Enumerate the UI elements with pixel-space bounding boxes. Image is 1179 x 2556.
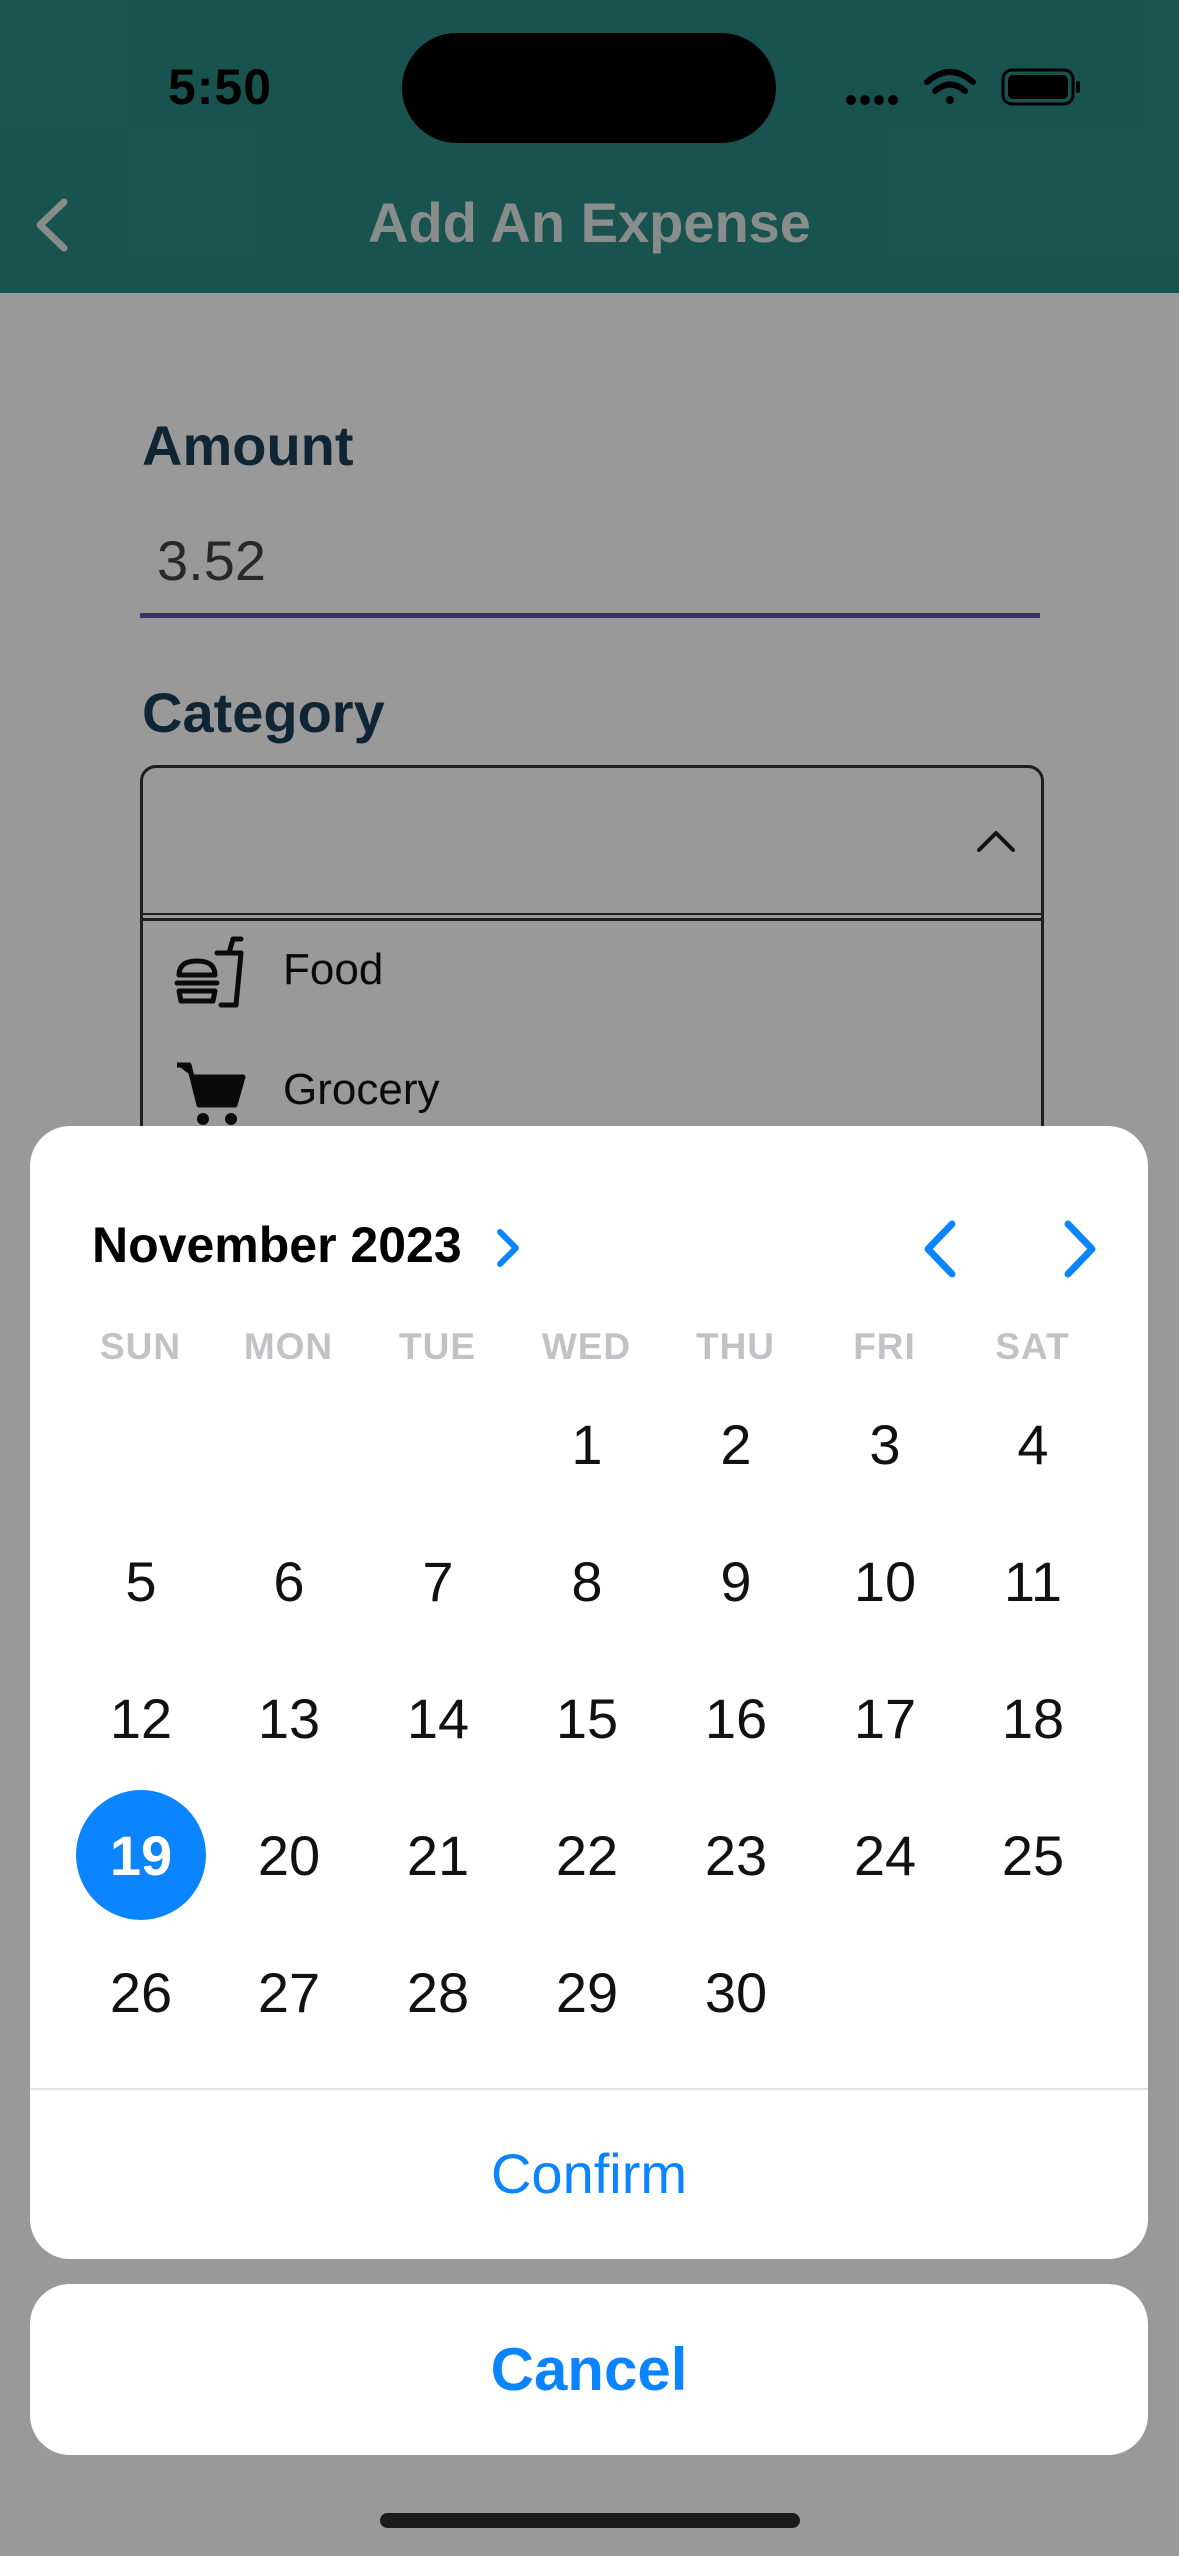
calendar-day[interactable]: 25	[968, 1790, 1098, 1920]
calendar-day[interactable]: 30	[671, 1927, 801, 2057]
month-year-button[interactable]: November 2023	[92, 1216, 462, 1274]
chevron-left-icon	[924, 1220, 956, 1278]
calendar-day[interactable]: 14	[373, 1653, 503, 1783]
calendar-day[interactable]: 18	[968, 1653, 1098, 1783]
calendar-day[interactable]: 3	[820, 1379, 950, 1509]
calendar-day[interactable]: 29	[522, 1927, 652, 2057]
cancel-button[interactable]: Cancel	[30, 2284, 1148, 2455]
calendar-day[interactable]: 27	[224, 1927, 354, 2057]
calendar-day[interactable]: 24	[820, 1790, 950, 1920]
calendar-day[interactable]: 1	[522, 1379, 652, 1509]
next-month-button[interactable]	[1042, 1214, 1112, 1284]
calendar-day[interactable]: 13	[224, 1653, 354, 1783]
calendar-day[interactable]: 21	[373, 1790, 503, 1920]
calendar-day[interactable]: 11	[968, 1516, 1098, 1646]
weekday-label: SUN	[99, 1326, 182, 1367]
calendar-day[interactable]: 12	[76, 1653, 206, 1783]
confirm-button[interactable]: Confirm	[30, 2088, 1148, 2259]
date-picker-sheet: November 2023 SUN MON TUE WED THU FRI SAT 1234…	[30, 1126, 1148, 2259]
weekday-label: TUE	[399, 1326, 476, 1367]
calendar-day[interactable]: 15	[522, 1653, 652, 1783]
calendar-day[interactable]: 9	[671, 1516, 801, 1646]
selected-day[interactable]: 19	[76, 1790, 206, 1920]
calendar-day[interactable]: 28	[373, 1927, 503, 2057]
calendar-day[interactable]: 17	[820, 1653, 950, 1783]
calendar-day[interactable]: 16	[671, 1653, 801, 1783]
screen: 5:50 Add An Expense Amount 3.52 Category…	[0, 0, 1179, 2556]
weekday-label: MON	[243, 1326, 334, 1367]
calendar-day[interactable]: 5	[76, 1516, 206, 1646]
calendar-day[interactable]: 10	[820, 1516, 950, 1646]
calendar-day[interactable]: 2	[671, 1379, 801, 1509]
calendar-day[interactable]: 22	[522, 1790, 652, 1920]
previous-month-button[interactable]	[908, 1214, 978, 1284]
weekday-label: FRI	[853, 1326, 916, 1367]
calendar-day[interactable]: 6	[224, 1516, 354, 1646]
chevron-right-icon	[1064, 1220, 1096, 1278]
chevron-right-icon[interactable]	[488, 1224, 528, 1272]
weekday-label: THU	[695, 1326, 776, 1367]
calendar-day[interactable]: 20	[224, 1790, 354, 1920]
calendar-day[interactable]: 4	[968, 1379, 1098, 1509]
weekday-label: WED	[541, 1326, 632, 1367]
calendar-day[interactable]: 7	[373, 1516, 503, 1646]
calendar-day[interactable]: 26	[76, 1927, 206, 2057]
weekday-label: SAT	[995, 1326, 1070, 1367]
calendar-day[interactable]: 23	[671, 1790, 801, 1920]
home-indicator	[380, 2513, 800, 2528]
calendar-day[interactable]: 8	[522, 1516, 652, 1646]
